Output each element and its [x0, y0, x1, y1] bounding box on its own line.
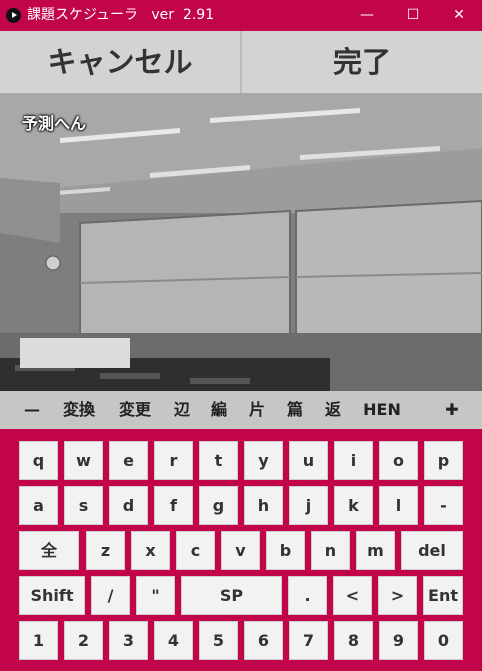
window-title: 課題スケジューラ ver 2.91 — [27, 7, 215, 23]
key-x[interactable]: x — [131, 531, 170, 570]
key-period[interactable]: . — [288, 576, 327, 615]
key-s[interactable]: s — [64, 486, 103, 525]
candidate-item[interactable]: 編 — [206, 391, 232, 429]
key-z[interactable]: z — [86, 531, 125, 570]
key-quote[interactable]: " — [136, 576, 175, 615]
candidate-item[interactable]: 変更 — [115, 391, 155, 429]
key-u[interactable]: u — [289, 441, 328, 480]
key-enter[interactable]: Ent — [423, 576, 463, 615]
key-f[interactable]: f — [154, 486, 193, 525]
key-o[interactable]: o — [379, 441, 418, 480]
action-divider — [240, 31, 242, 93]
candidate-prev-button[interactable]: — — [18, 391, 46, 429]
classroom-illustration — [0, 93, 482, 391]
key-h[interactable]: h — [244, 486, 283, 525]
key-k[interactable]: k — [334, 486, 373, 525]
key-e[interactable]: e — [109, 441, 148, 480]
key-delete[interactable]: del — [401, 531, 463, 570]
key-9[interactable]: 9 — [379, 621, 418, 660]
candidate-item[interactable]: HEN — [357, 391, 407, 429]
candidate-item[interactable]: 辺 — [169, 391, 195, 429]
conversion-candidate-bar: — 変換 変更 辺 編 片 篇 返 HEN ✚ — [0, 391, 482, 429]
key-p[interactable]: p — [424, 441, 463, 480]
key-r[interactable]: r — [154, 441, 193, 480]
key-q[interactable]: q — [19, 441, 58, 480]
key-zenkaku[interactable]: 全 — [19, 531, 79, 570]
key-2[interactable]: 2 — [64, 621, 103, 660]
key-6[interactable]: 6 — [244, 621, 283, 660]
key-8[interactable]: 8 — [334, 621, 373, 660]
key-greater-than[interactable]: > — [378, 576, 417, 615]
key-5[interactable]: 5 — [199, 621, 238, 660]
key-n[interactable]: n — [311, 531, 350, 570]
key-m[interactable]: m — [356, 531, 395, 570]
key-i[interactable]: i — [334, 441, 373, 480]
candidate-item[interactable]: 片 — [244, 391, 270, 429]
key-hyphen[interactable]: - — [424, 486, 463, 525]
key-d[interactable]: d — [109, 486, 148, 525]
key-less-than[interactable]: < — [333, 576, 372, 615]
candidate-item[interactable]: 返 — [320, 391, 346, 429]
key-y[interactable]: y — [244, 441, 283, 480]
key-slash[interactable]: / — [91, 576, 130, 615]
close-button[interactable]: ✕ — [436, 0, 482, 31]
title-bar: 課題スケジューラ ver 2.91 — ☐ ✕ — [0, 0, 482, 31]
key-g[interactable]: g — [199, 486, 238, 525]
candidate-next-button[interactable]: ✚ — [437, 391, 467, 429]
key-l[interactable]: l — [379, 486, 418, 525]
done-button[interactable]: 完了 — [242, 31, 482, 93]
key-4[interactable]: 4 — [154, 621, 193, 660]
key-shift[interactable]: Shift — [19, 576, 85, 615]
key-1[interactable]: 1 — [19, 621, 58, 660]
key-space[interactable]: SP — [181, 576, 282, 615]
key-v[interactable]: v — [221, 531, 260, 570]
key-7[interactable]: 7 — [289, 621, 328, 660]
candidate-item[interactable]: 変換 — [59, 391, 99, 429]
app-play-icon — [6, 8, 21, 23]
minimize-button[interactable]: — — [344, 0, 390, 31]
key-3[interactable]: 3 — [109, 621, 148, 660]
key-a[interactable]: a — [19, 486, 58, 525]
maximize-button[interactable]: ☐ — [390, 0, 436, 31]
candidate-item[interactable]: 篇 — [282, 391, 308, 429]
key-w[interactable]: w — [64, 441, 103, 480]
software-keyboard: q w e r t y u i o p a s d f g h j k l - … — [0, 429, 482, 671]
key-c[interactable]: c — [176, 531, 215, 570]
key-j[interactable]: j — [289, 486, 328, 525]
cancel-button[interactable]: キャンセル — [0, 31, 240, 93]
key-0[interactable]: 0 — [424, 621, 463, 660]
prediction-input-text: 予測へん — [22, 114, 87, 133]
classroom-background-photo: 予測へん — [0, 93, 482, 391]
key-b[interactable]: b — [266, 531, 305, 570]
key-t[interactable]: t — [199, 441, 238, 480]
